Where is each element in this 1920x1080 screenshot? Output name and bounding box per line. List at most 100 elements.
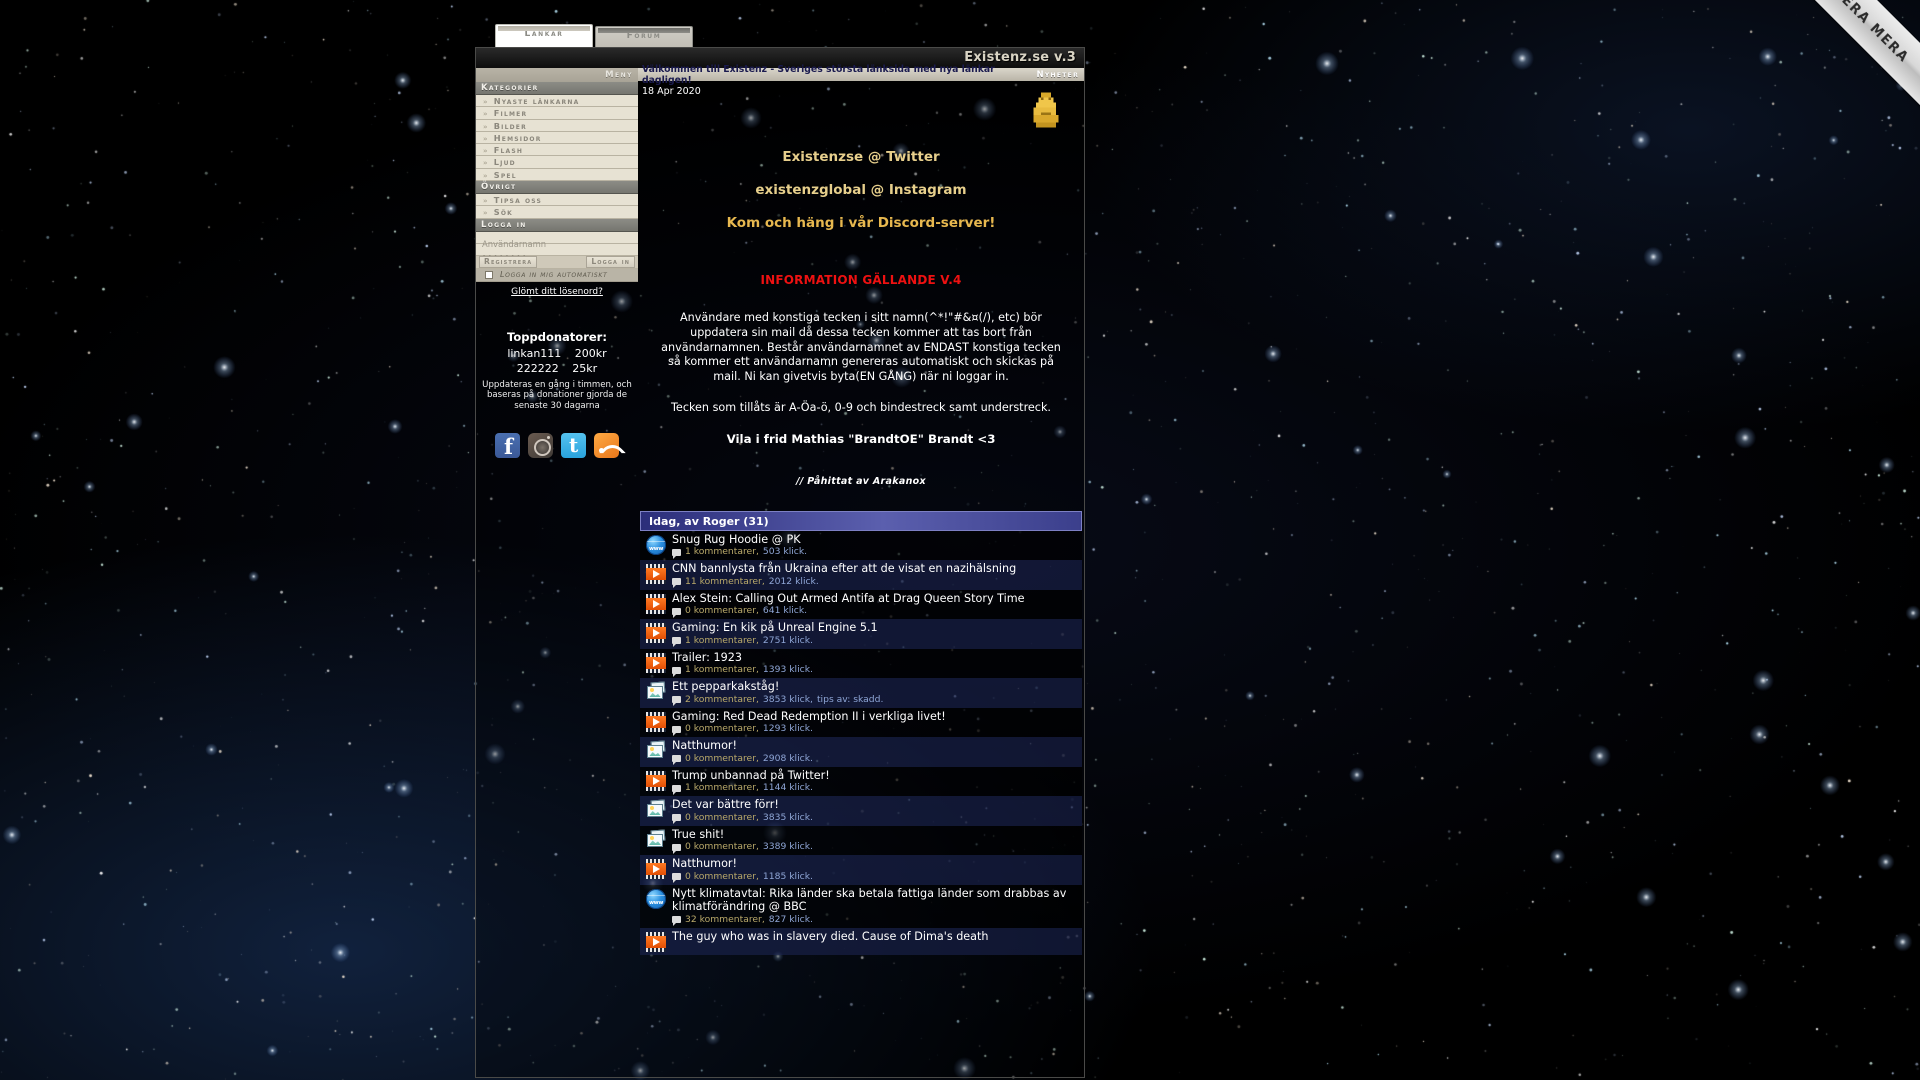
password-row [476, 243, 638, 264]
list-item-meta: 0 kommentarer, 3835 klick. [672, 811, 1078, 825]
forgot-password-link[interactable]: Glömt ditt lösenord? [476, 287, 638, 297]
list-item-meta: 11 kommentarer, 2012 klick. [672, 575, 1078, 589]
comment-icon [672, 784, 681, 795]
sidebar-item-tipsa-oss[interactable]: » Tipsa oss [476, 194, 638, 207]
auto-login-row[interactable]: Logga in mig automatiskt [476, 268, 638, 282]
tab-bar: Länkar Forum [486, 22, 1085, 47]
comment-count: 0 kommentarer, [685, 841, 759, 853]
click-count: 2012 klick. [768, 575, 819, 587]
donors-title: Toppdonatorer: [507, 329, 607, 344]
list-item-text: CNN bannlysta från Ukraina efter att de … [672, 562, 1078, 589]
chevron-right-icon: » [483, 147, 489, 156]
list-item-title[interactable]: Natthumor! [672, 739, 1078, 753]
image-icon [646, 800, 666, 820]
click-count: 641 klick. [762, 605, 808, 617]
instagram-icon[interactable] [528, 433, 553, 459]
list-item-meta: 0 kommentarer, 3389 klick. [672, 841, 1078, 854]
list-item[interactable]: CNN bannlysta från Ukraina efter att de … [640, 560, 1082, 590]
list-item[interactable]: True shit! 0 kommentarer, 3389 klick. [640, 825, 1082, 856]
sidebar-item-spel[interactable]: » Spel [476, 168, 638, 182]
sidebar-item-bilder[interactable]: » Bilder [476, 119, 638, 132]
top-donors: Toppdonatorer: linkan111 200kr 222222 25… [476, 330, 638, 412]
comment-icon [672, 607, 681, 618]
sidebar-item-filmer[interactable]: » Filmer [476, 107, 638, 120]
comment-count: 0 kommentarer, [685, 605, 759, 617]
list-item[interactable]: Natthumor! 0 kommentarer, 1185 klick. [640, 855, 1082, 885]
list-item-title[interactable]: Gaming: Red Dead Redemption II i verklig… [672, 710, 1078, 724]
tab-lankar[interactable]: Länkar [495, 24, 593, 47]
comment-count: 0 kommentarer, [685, 723, 759, 735]
image-icon [646, 741, 666, 761]
info-body: Användare med konstiga tecken i sitt nam… [661, 311, 1061, 384]
comment-icon [672, 578, 681, 589]
sidebar-item-hemsidor[interactable]: » Hemsidor [476, 131, 638, 145]
sidebar-item-sok[interactable]: » Sök [476, 206, 638, 219]
list-item-title[interactable]: Snug Rug Hoodie @ PK [672, 533, 1078, 547]
list-item[interactable]: Nytt klimatavtal: Rika länder ska betala… [640, 884, 1082, 928]
list-item[interactable]: Gaming: Red Dead Redemption II i verklig… [640, 707, 1082, 738]
register-button[interactable]: Registrera [479, 256, 538, 269]
list-item-title[interactable]: Ett pepparkakståg! [672, 680, 1078, 694]
info-heading: INFORMATION GÄLLANDE V.4 [760, 273, 962, 287]
list-item-title[interactable]: Nytt klimatavtal: Rika länder ska betala… [672, 887, 1078, 914]
rss-icon[interactable] [594, 433, 619, 459]
list-item-title[interactable]: Det var bättre förr! [672, 798, 1078, 812]
main-content: Välkommen till Existenz - Sveriges störs… [638, 64, 1084, 1077]
list-item[interactable]: Trump unbannad på Twitter! 1 kommentarer,… [640, 766, 1082, 797]
list-item-title[interactable]: True shit! [672, 828, 1078, 842]
list-item-title[interactable]: Trump unbannad på Twitter! [672, 769, 1078, 783]
list-item[interactable]: Natthumor! 0 kommentarer, 2908 klick. [640, 737, 1082, 767]
list-item[interactable]: Gaming: En kik på Unreal Engine 5.1 1 kom… [640, 619, 1082, 649]
auto-login-checkbox[interactable] [485, 270, 493, 279]
click-count: 2751 klick. [762, 634, 813, 646]
promo-discord[interactable]: Kom och häng i vår Discord-server! [638, 215, 1084, 231]
login-button[interactable]: Logga in [586, 256, 635, 269]
facebook-icon[interactable] [495, 433, 520, 459]
sidebar-item-label: Flash [493, 145, 524, 156]
chevron-right-icon: » [483, 134, 489, 143]
www-icon [646, 534, 666, 555]
sidebar-item-nyaste-lankarna[interactable]: » Nyaste länkarna [476, 95, 638, 108]
click-count: 1144 klick. [762, 782, 813, 794]
list-item-title[interactable]: The guy who was in slavery died. Cause o… [672, 930, 1078, 944]
list-item-title[interactable]: Gaming: En kik på Unreal Engine 5.1 [672, 621, 1078, 635]
tab-lankar-highlight [498, 26, 590, 31]
click-count: 503 klick. [762, 546, 808, 558]
list-item-title[interactable]: Natthumor! [672, 857, 1078, 871]
comment-count: 1 kommentarer, [685, 546, 759, 558]
list-item[interactable]: Trailer: 1923 1 kommentarer, 1393 klick. [640, 648, 1082, 679]
list-item-title[interactable]: CNN bannlysta från Ukraina efter att de … [672, 562, 1078, 576]
twitter-icon[interactable] [561, 433, 586, 459]
sidebar-item-flash[interactable]: » Flash [476, 144, 638, 157]
promo-instagram[interactable]: existenzglobal @ Instagram [638, 182, 1084, 198]
comment-icon [672, 666, 681, 677]
tab-forum[interactable]: Forum [595, 26, 693, 47]
list-item[interactable]: The guy who was in slavery died. Cause o… [640, 927, 1082, 955]
list-item-title[interactable]: Trailer: 1923 [672, 651, 1078, 665]
sidebar-item-ljud[interactable]: » Ljud [476, 156, 638, 169]
donor-row: 222222 25kr [476, 361, 638, 376]
comment-icon [672, 696, 681, 707]
news-header-bar: Välkommen till Existenz - Sveriges störs… [638, 64, 1084, 86]
comment-count: 32 kommentarer, [685, 913, 765, 925]
chevron-right-icon: » [483, 122, 489, 131]
click-count: 1293 klick. [762, 723, 813, 735]
list-item-title[interactable]: Alex Stein: Calling Out Armed Antifa at … [672, 592, 1078, 606]
list-item[interactable]: Alex Stein: Calling Out Armed Antifa at … [640, 589, 1082, 620]
promo-twitter[interactable]: Existenzse @ Twitter [638, 149, 1084, 165]
list-item-text: Nytt klimatavtal: Rika länder ska betala… [672, 887, 1078, 927]
list-item-text: Trump unbannad på Twitter! 1 kommentarer,… [672, 769, 1078, 795]
links-list-heading: Idag, av Roger (31) [640, 510, 1082, 531]
comment-icon [672, 916, 681, 927]
list-item[interactable]: Ett pepparkakståg! 2 kommentarer, 3853 kli… [640, 678, 1082, 708]
click-count: 3835 klick. [762, 811, 813, 823]
sidebar-item-label: Tipsa oss [493, 195, 543, 206]
video-icon [646, 593, 666, 614]
list-item[interactable]: Snug Rug Hoodie @ PK1 kommentarer,503 kl… [640, 530, 1082, 561]
sidebar-item-label: Filmer [493, 108, 528, 119]
list-item-meta: 0 kommentarer, 1185 klick. [672, 871, 1078, 884]
list-item-text: Trailer: 1923 1 kommentarer, 1393 klick. [672, 651, 1078, 677]
sidebar-item-label: Spel [493, 169, 517, 180]
list-item[interactable]: Det var bättre förr! 0 kommentarer, 3835 k… [640, 796, 1082, 826]
video-icon [646, 931, 666, 952]
